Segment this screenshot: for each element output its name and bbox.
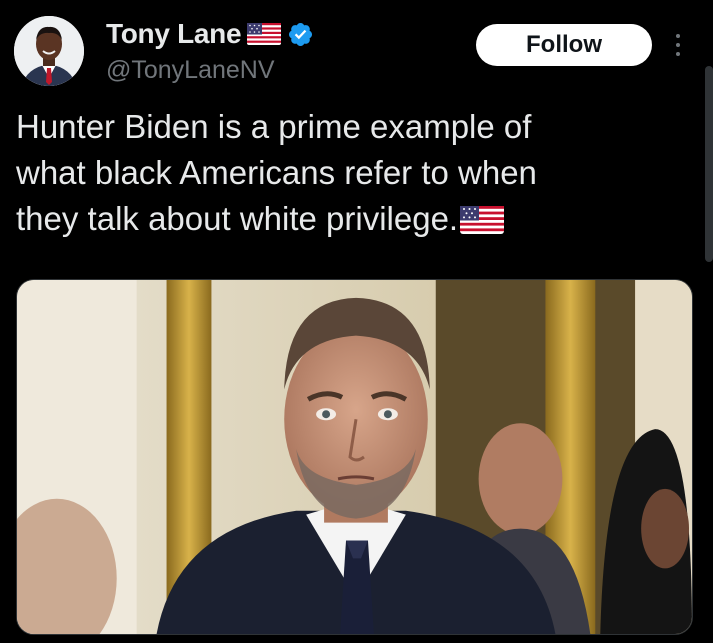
us-flag-icon	[247, 23, 282, 45]
tweet-text-line: they talk about white privilege.	[16, 196, 656, 242]
photo-image	[17, 280, 692, 634]
tweet-text-line: what black Americans refer to when	[16, 154, 537, 191]
tweet-text-line-content: they talk about white privilege.	[16, 200, 459, 237]
scrollbar[interactable]	[705, 66, 713, 262]
avatar-image	[14, 16, 84, 86]
follow-button[interactable]: Follow	[476, 24, 652, 66]
author-handle[interactable]: @TonyLaneNV	[106, 56, 275, 85]
tweet-text: Hunter Biden is a prime example of what …	[16, 104, 656, 242]
more-vertical-icon[interactable]	[668, 30, 688, 60]
tweet-card[interactable]: Tony Lane @TonyLaneNV Follow Hunter Bide…	[0, 0, 713, 643]
verified-badge-icon	[287, 21, 314, 48]
author-name-row[interactable]: Tony Lane	[106, 16, 314, 52]
us-flag-icon	[460, 200, 505, 234]
tweet-photo[interactable]	[16, 279, 693, 635]
tweet-text-line: Hunter Biden is a prime example of	[16, 108, 532, 145]
author-display-name[interactable]: Tony Lane	[106, 18, 242, 50]
avatar[interactable]	[14, 16, 84, 86]
